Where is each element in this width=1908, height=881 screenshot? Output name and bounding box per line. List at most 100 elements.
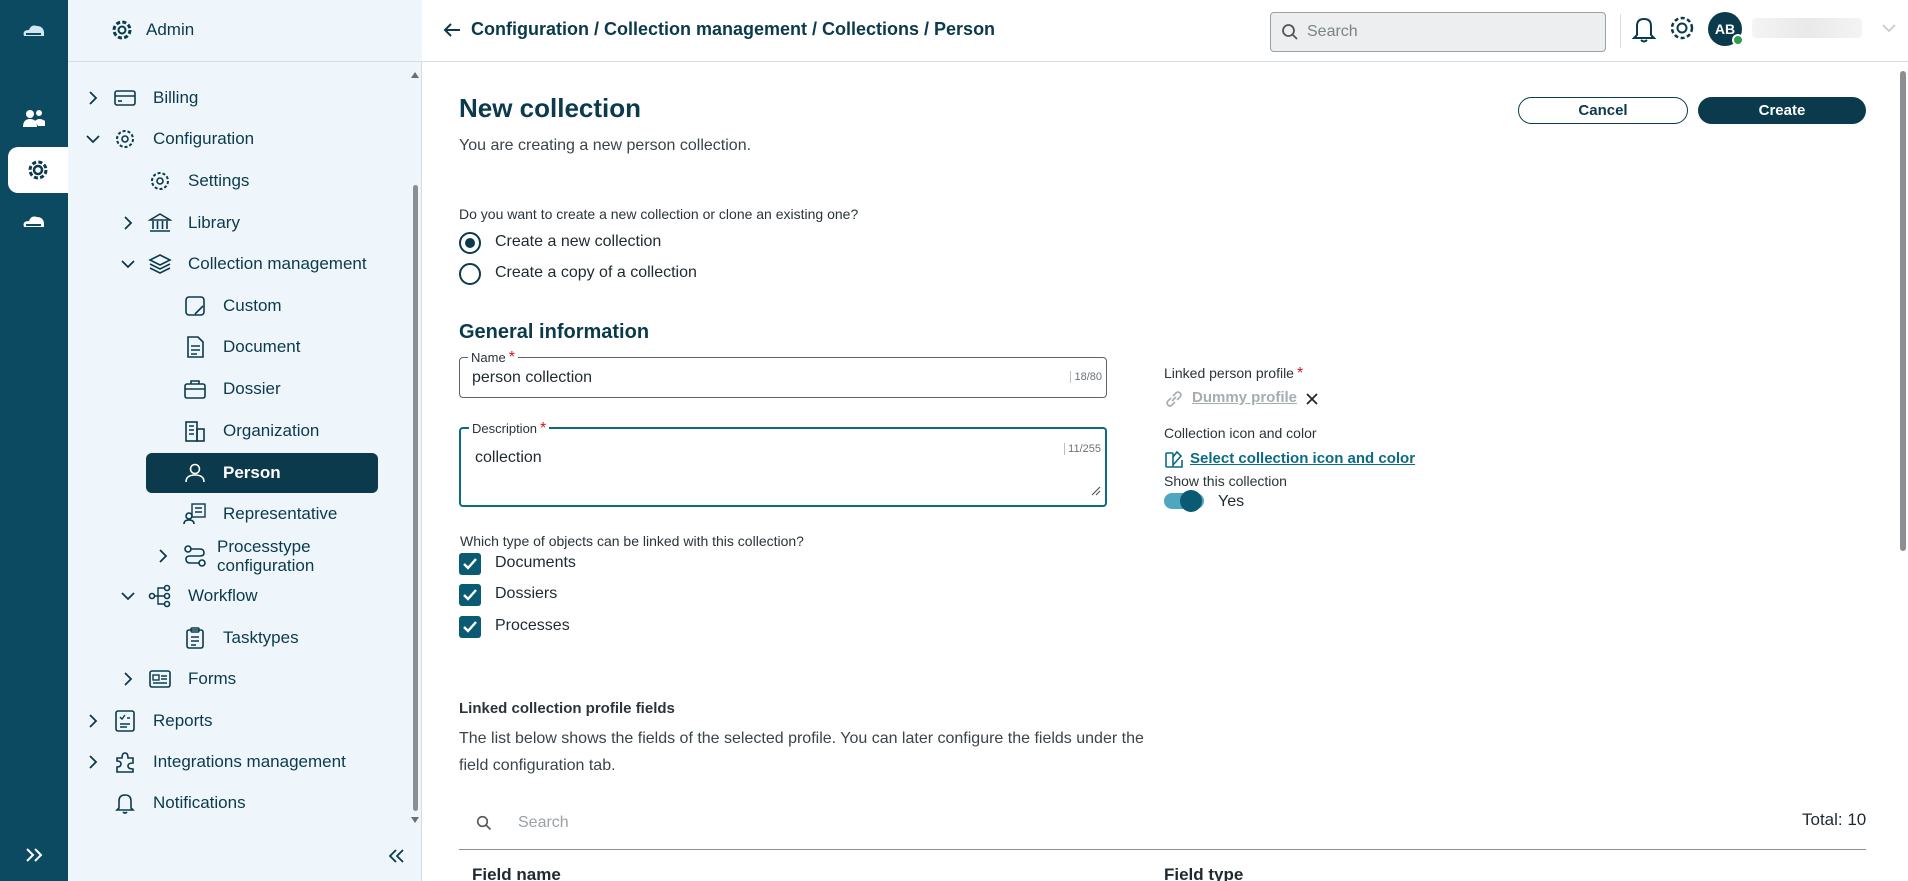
collapse-sidebar-icon[interactable] bbox=[387, 848, 405, 869]
config-gear-icon bbox=[116, 130, 134, 148]
cloud-logo-icon[interactable] bbox=[0, 8, 68, 54]
linked-profile-label: Linked person profile * bbox=[1164, 365, 1303, 383]
chevron-right-icon bbox=[89, 714, 98, 728]
checkbox-processes[interactable] bbox=[459, 616, 481, 638]
sidebar-item-processtype-configuration[interactable]: Processtype configuration bbox=[68, 536, 422, 576]
description-field-value[interactable]: collection bbox=[475, 449, 542, 467]
radio-create-copy[interactable] bbox=[459, 263, 481, 285]
sidebar-item-document[interactable]: Document bbox=[68, 327, 422, 367]
create-or-clone-question: Do you want to create a new collection o… bbox=[459, 206, 859, 222]
sidebar-item-reports[interactable]: Reports bbox=[68, 701, 422, 741]
checkbox-dossiers[interactable] bbox=[459, 584, 481, 606]
expand-rail-icon[interactable] bbox=[0, 832, 68, 878]
sidebar-item-person[interactable]: Person bbox=[68, 453, 422, 493]
description-char-counter: 11/255 bbox=[1064, 443, 1101, 455]
checkbox-processes-label[interactable]: Processes bbox=[495, 617, 570, 635]
linked-fields-heading: Linked collection profile fields bbox=[459, 700, 675, 717]
description-field-label: Description bbox=[472, 421, 538, 436]
remove-profile-close-icon[interactable] bbox=[1305, 392, 1319, 411]
checkbox-dossiers-label[interactable]: Dossiers bbox=[495, 585, 557, 603]
search-icon bbox=[476, 815, 492, 836]
sidebar-item-custom[interactable]: Custom bbox=[68, 286, 422, 326]
page-title: New collection bbox=[459, 93, 642, 123]
select-icon-color-link[interactable]: Select collection icon and color bbox=[1190, 450, 1415, 467]
sidebar-scrollbar[interactable] bbox=[413, 185, 418, 811]
column-header-field-type[interactable]: Field type bbox=[1164, 865, 1243, 881]
name-field[interactable]: Name * person collection 18/80 bbox=[459, 349, 1107, 398]
sidebar-item-representative[interactable]: Representative bbox=[68, 494, 422, 534]
sidebar-item-workflow[interactable]: Workflow bbox=[68, 576, 422, 616]
main-content: New collection You are creating a new pe… bbox=[422, 63, 1908, 881]
sidebar-item-tasktypes[interactable]: Tasktypes bbox=[68, 618, 422, 658]
sidebar-item-label: Workflow bbox=[188, 586, 258, 605]
create-button[interactable]: Create bbox=[1698, 97, 1866, 124]
sidebar-item-label: Forms bbox=[188, 669, 237, 688]
sidebar-item-integrations-management[interactable]: Integrations management bbox=[68, 742, 422, 782]
report-icon bbox=[115, 710, 135, 732]
user-menu-chevron-icon[interactable] bbox=[1882, 20, 1896, 38]
column-header-field-name[interactable]: Field name bbox=[472, 865, 561, 881]
chevron-right-icon bbox=[89, 91, 98, 105]
sidebar-item-billing[interactable]: Billing bbox=[68, 78, 422, 118]
sidebar-item-notifications[interactable]: Notifications bbox=[68, 783, 422, 823]
sidebar-item-label: Representative bbox=[223, 504, 338, 523]
people-group-icon[interactable] bbox=[0, 96, 68, 142]
linked-profile-link[interactable]: Dummy profile bbox=[1192, 389, 1297, 406]
toggle-knob[interactable] bbox=[1180, 490, 1202, 512]
required-asterisk: * bbox=[1296, 365, 1304, 382]
sidebar: Admin Billing Configuration Settings Lib… bbox=[68, 0, 422, 881]
process-flow-icon bbox=[184, 545, 206, 567]
checkbox-documents[interactable] bbox=[459, 553, 481, 575]
clipboard-icon bbox=[186, 627, 204, 649]
checkbox-documents-label[interactable]: Documents bbox=[495, 554, 576, 572]
sidebar-item-configuration[interactable]: Configuration bbox=[68, 119, 422, 159]
chevron-down-icon bbox=[121, 592, 135, 601]
link-icon bbox=[1164, 389, 1184, 414]
user-name-blurred[interactable] bbox=[1752, 18, 1862, 38]
sidebar-item-library[interactable]: Library bbox=[68, 203, 422, 243]
linked-profile-label-text: Linked person profile bbox=[1164, 365, 1294, 381]
briefcase-icon bbox=[184, 380, 206, 399]
sidebar-item-settings[interactable]: Settings bbox=[68, 161, 422, 201]
global-search-input[interactable] bbox=[1307, 21, 1587, 43]
page-subtitle: You are creating a new person collection… bbox=[459, 137, 752, 154]
cancel-button[interactable]: Cancel bbox=[1518, 97, 1688, 124]
radio-create-copy-label[interactable]: Create a copy of a collection bbox=[495, 264, 697, 282]
show-collection-label: Show this collection bbox=[1164, 473, 1287, 489]
sidebar-scroll-down-icon[interactable] bbox=[410, 811, 420, 829]
settings-gear-icon[interactable] bbox=[8, 147, 68, 193]
app-rail bbox=[0, 0, 68, 881]
sidebar-item-forms[interactable]: Forms bbox=[68, 659, 422, 699]
name-field-value[interactable]: person collection bbox=[472, 369, 592, 387]
cloud-app-icon[interactable] bbox=[0, 199, 68, 245]
settings-gear-icon[interactable] bbox=[1668, 14, 1696, 47]
name-char-counter: 18/80 bbox=[1070, 371, 1102, 383]
sidebar-item-dossier[interactable]: Dossier bbox=[68, 369, 422, 409]
breadcrumb[interactable]: Configuration / Collection management / … bbox=[471, 19, 995, 40]
representative-icon bbox=[183, 503, 206, 525]
radio-create-new[interactable] bbox=[459, 232, 481, 254]
back-arrow-icon[interactable] bbox=[442, 20, 462, 45]
chevron-right-icon bbox=[124, 672, 133, 686]
notifications-bell-icon[interactable] bbox=[1631, 14, 1657, 49]
sidebar-header: Admin bbox=[68, 0, 422, 62]
sidebar-scroll-up-icon[interactable] bbox=[410, 66, 420, 84]
settings-gear-icon bbox=[151, 172, 169, 190]
puzzle-icon bbox=[116, 752, 134, 773]
main-scrollbar[interactable] bbox=[1900, 71, 1906, 551]
description-field[interactable]: Description * collection 11/255 bbox=[459, 420, 1107, 507]
sidebar-item-label: Reports bbox=[153, 711, 213, 730]
fields-search-input[interactable] bbox=[518, 811, 918, 835]
table-header-divider bbox=[459, 849, 1866, 850]
radio-create-new-label[interactable]: Create a new collection bbox=[495, 233, 661, 251]
sidebar-item-organization[interactable]: Organization bbox=[68, 411, 422, 451]
sidebar-item-label: Person bbox=[223, 463, 281, 482]
global-search[interactable] bbox=[1270, 12, 1606, 52]
search-icon bbox=[1282, 24, 1298, 40]
chevron-down-icon bbox=[121, 260, 135, 269]
resize-handle-icon[interactable] bbox=[1091, 483, 1101, 501]
sidebar-item-collection-management[interactable]: Collection management bbox=[68, 244, 422, 284]
sidebar-item-label: Custom bbox=[223, 296, 282, 315]
online-status-dot bbox=[1732, 34, 1744, 46]
chevron-right-icon bbox=[89, 755, 98, 769]
